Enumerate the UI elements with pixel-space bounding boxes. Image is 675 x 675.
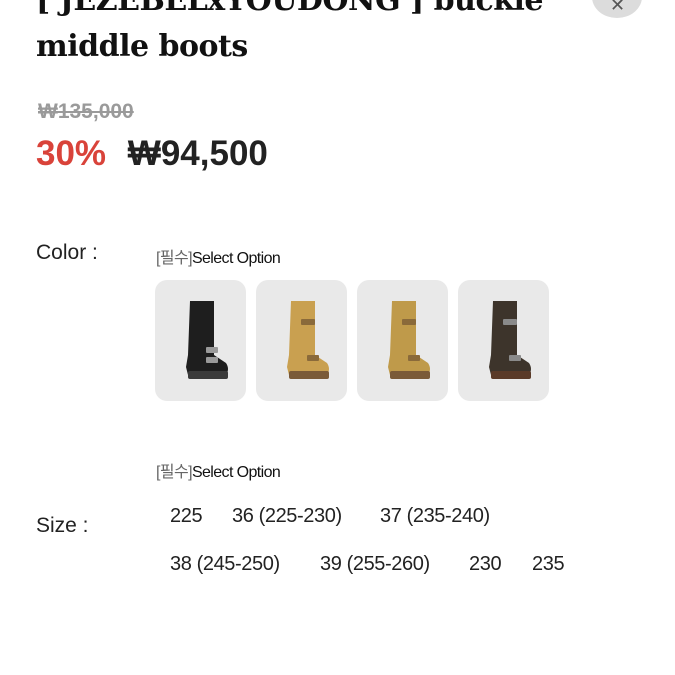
size-option-225[interactable]: 225: [170, 505, 203, 528]
original-price: ₩135,000: [38, 100, 134, 123]
size-label: Size :: [36, 514, 89, 537]
color-required-tag: [필수]: [156, 250, 193, 267]
color-option-hint: [필수]Select Option: [156, 244, 281, 268]
size-option-235[interactable]: 235: [532, 553, 565, 576]
size-select-option-text: Select Option: [191, 464, 281, 481]
color-swatch-black[interactable]: [155, 280, 246, 401]
size-option-hint: [필수]Select Option: [156, 458, 281, 482]
sale-price-row: 30% ₩94,500: [36, 134, 268, 174]
size-option-39[interactable]: 39 (255-260): [320, 553, 430, 576]
sale-price: ₩94,500: [127, 134, 268, 173]
boot-camel-image: [387, 301, 430, 379]
product-title-line2: middle boots: [36, 29, 248, 64]
discount-rate: 30%: [36, 134, 107, 173]
boot-brown-image: [488, 301, 531, 379]
boot-tan-image: [286, 301, 329, 379]
size-option-37[interactable]: 37 (235-240): [380, 505, 490, 528]
product-title: [ JEZEBELxYOUDONG ] buckle middle boots: [36, 0, 596, 70]
close-icon: ✕: [610, 0, 626, 15]
color-swatch-camel[interactable]: [357, 280, 448, 401]
color-select-option-text: Select Option: [191, 250, 281, 267]
size-option-38[interactable]: 38 (245-250): [170, 553, 280, 576]
color-label: Color :: [36, 241, 98, 264]
product-title-line1: [ JEZEBELxYOUDONG ] buckle: [36, 0, 543, 18]
size-option-230[interactable]: 230: [469, 553, 502, 576]
color-swatch-list: [155, 280, 549, 401]
boot-black-image: [185, 301, 228, 379]
color-swatch-tan[interactable]: [256, 280, 347, 401]
close-button[interactable]: ✕: [592, 0, 642, 18]
size-required-tag: [필수]: [156, 464, 193, 481]
color-swatch-brown[interactable]: [458, 280, 549, 401]
size-option-36[interactable]: 36 (225-230): [232, 505, 342, 528]
